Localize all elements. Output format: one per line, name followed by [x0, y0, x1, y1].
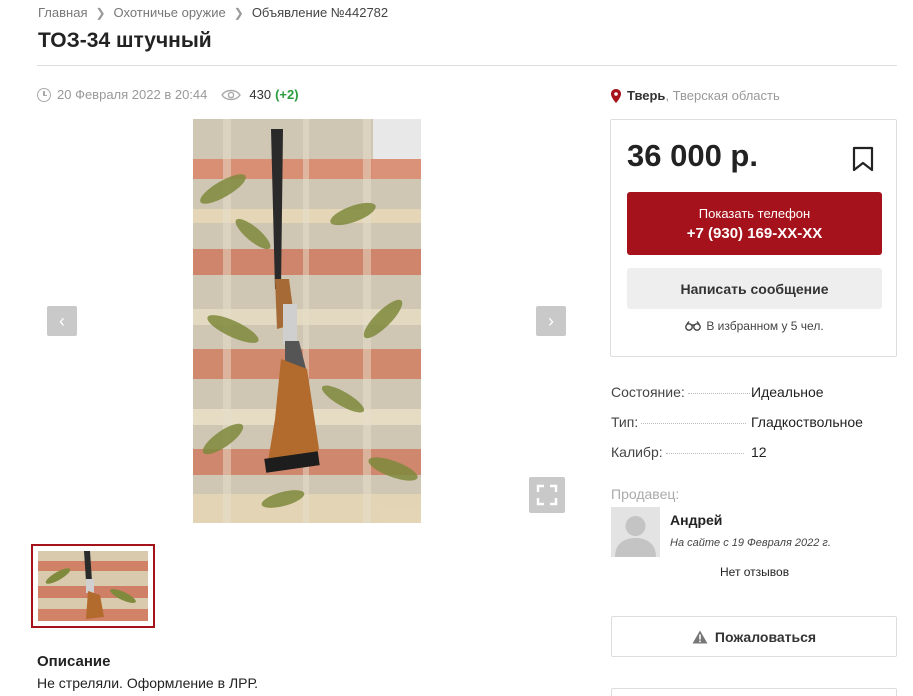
location-region: , Тверская область: [665, 88, 780, 103]
description-text: Не стреляли. Оформление в ЛРР.: [37, 675, 259, 691]
location: Тверь, Тверская область: [611, 88, 780, 103]
listing-meta: 20 Февраля 2022 в 20:44 430 (+2): [37, 87, 299, 102]
phone-number: +7 (930) 169-XX-XX: [686, 225, 823, 242]
chevron-right-icon: ❯: [95, 5, 106, 20]
card-partial: [611, 688, 897, 696]
property-row: Состояние: Идеальное: [611, 384, 891, 414]
eye-icon: [221, 89, 242, 101]
breadcrumb-home[interactable]: Главная: [38, 5, 87, 20]
binoculars-icon: [685, 321, 702, 331]
property-value: Идеальное: [751, 384, 824, 400]
gallery-prev-button[interactable]: ‹: [47, 306, 77, 336]
divider: [37, 65, 897, 66]
breadcrumb-category[interactable]: Охотничье оружие: [114, 5, 226, 20]
user-icon: [615, 516, 656, 557]
bookmark-button[interactable]: [852, 146, 874, 177]
property-row: Тип: Гладкоствольное: [611, 414, 891, 444]
properties-list: Состояние: Идеальное Тип: Гладкоствольно…: [611, 384, 891, 474]
price: 36 000 р.: [627, 138, 758, 173]
seller-label: Продавец:: [611, 486, 680, 502]
gallery-thumbnail[interactable]: [31, 544, 155, 628]
report-button[interactable]: Пожаловаться: [611, 616, 897, 657]
chevron-right-icon: ❯: [233, 5, 244, 20]
price-card: 36 000 р. Показать телефон +7 (930) 169-…: [610, 119, 897, 357]
property-key: Состояние:: [611, 384, 685, 400]
description-title: Описание: [37, 653, 111, 670]
arrow-left-icon: ‹: [59, 310, 65, 331]
property-key: Калибр:: [611, 444, 663, 460]
clock-icon: [37, 87, 51, 102]
view-count-delta: (+2): [275, 87, 299, 102]
view-count: 430: [249, 87, 272, 102]
gallery-next-button[interactable]: ›: [536, 306, 566, 336]
fullscreen-icon: [536, 484, 558, 506]
arrow-right-icon: ›: [548, 310, 554, 331]
property-row: Калибр: 12: [611, 444, 891, 474]
report-label: Пожаловаться: [714, 628, 817, 645]
warning-icon: [692, 630, 708, 643]
seller-name[interactable]: Андрей: [670, 512, 722, 528]
bookmark-icon: [852, 146, 874, 172]
main-photo[interactable]: [193, 119, 421, 523]
property-key: Тип:: [611, 414, 639, 430]
fullscreen-button[interactable]: [529, 477, 565, 513]
show-phone-button[interactable]: Показать телефон +7 (930) 169-XX-XX: [627, 192, 882, 255]
show-phone-label: Показать телефон: [698, 206, 811, 221]
property-value: 12: [751, 444, 767, 460]
breadcrumb: Главная ❯ Охотничье оружие ❯ Объявление …: [38, 5, 388, 20]
location-city: Тверь: [627, 88, 666, 103]
seller-reviews[interactable]: Нет отзывов: [720, 565, 789, 579]
breadcrumb-current: Объявление №442782: [251, 5, 389, 20]
listing-date: 20 Февраля 2022 в 20:44: [57, 87, 208, 102]
seller-since: На сайте с 19 Февраля 2022 г.: [670, 537, 831, 549]
write-message-button[interactable]: Написать сообщение: [627, 268, 882, 309]
property-value: Гладкоствольное: [751, 414, 863, 430]
seller-avatar[interactable]: [611, 507, 660, 557]
favorites-count: В избранном у 5 чел.: [611, 319, 898, 333]
map-pin-icon: [611, 88, 621, 103]
page-title: ТОЗ-34 штучный: [38, 29, 212, 52]
